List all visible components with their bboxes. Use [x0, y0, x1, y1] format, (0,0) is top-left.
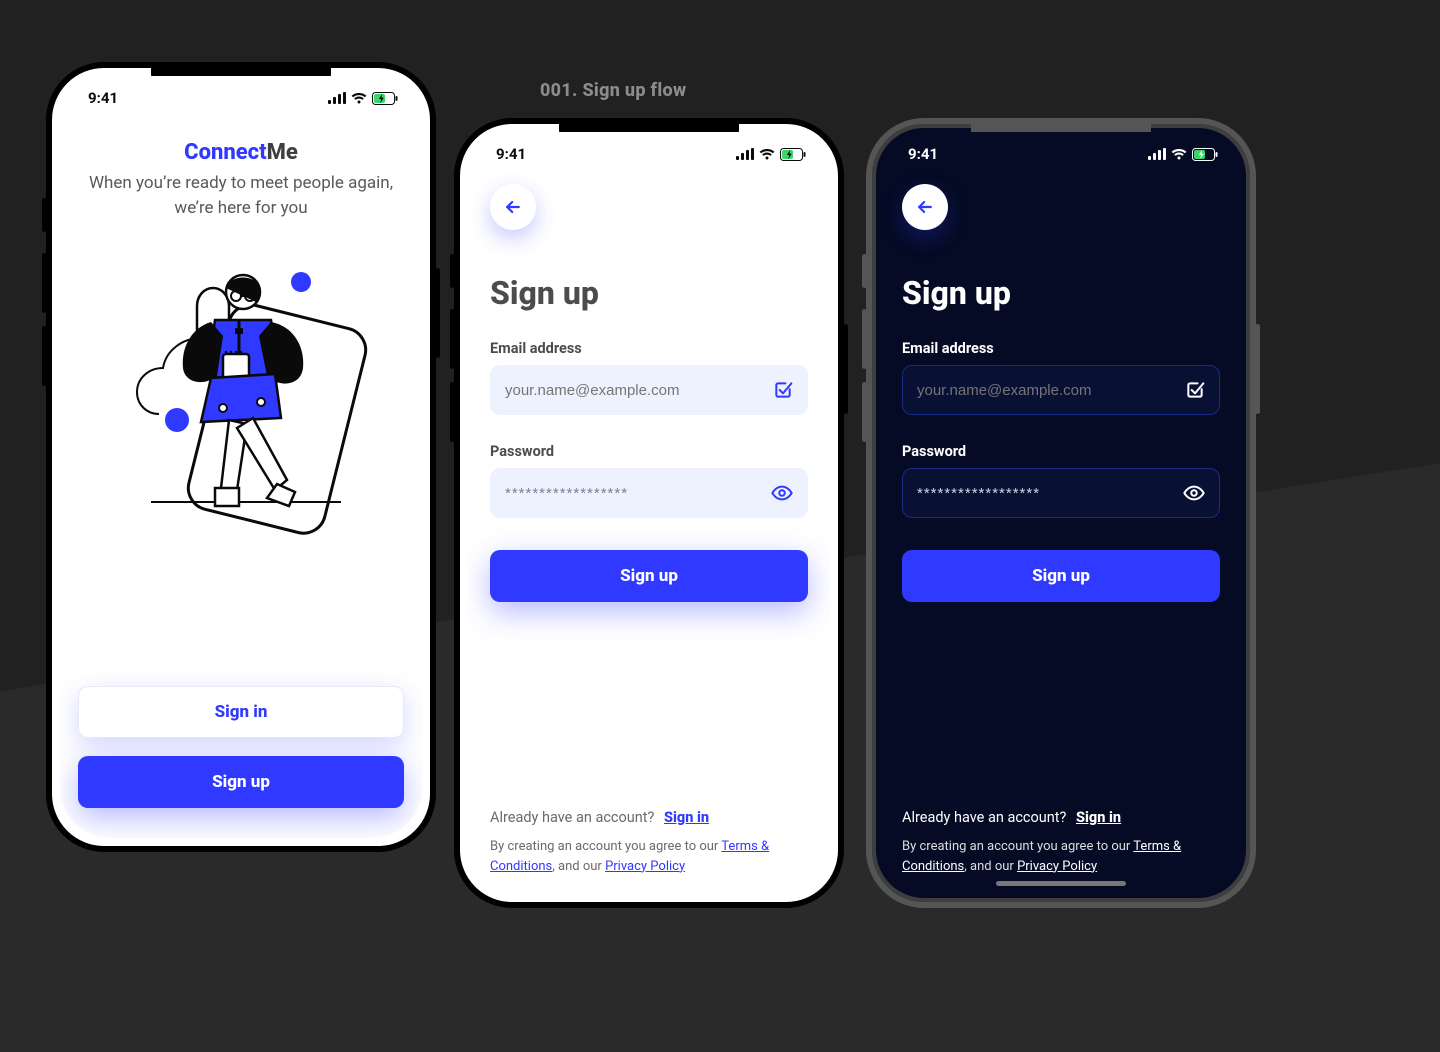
- email-field[interactable]: [505, 382, 773, 399]
- eye-icon[interactable]: [1183, 482, 1205, 504]
- cellular-signal-icon: [736, 148, 754, 160]
- back-button[interactable]: [902, 184, 948, 230]
- email-input-wrapper[interactable]: [490, 365, 808, 415]
- status-bar: 9:41: [468, 132, 830, 176]
- welcome-illustration: [78, 244, 404, 544]
- legal-mid: , and our: [552, 859, 605, 874]
- email-label: Email address: [490, 340, 808, 357]
- arrow-left-icon: [915, 197, 935, 217]
- wifi-icon: [351, 92, 367, 104]
- already-have-account: Already have an account? Sign in: [490, 809, 808, 826]
- battery-charging-icon: [780, 148, 806, 161]
- legal-mid: , and our: [964, 859, 1017, 874]
- password-input-wrapper[interactable]: [902, 468, 1220, 518]
- phone-signup-light-frame: 9:41 Sign up Email address Password: [454, 118, 844, 908]
- wifi-icon: [759, 148, 775, 160]
- cellular-signal-icon: [328, 92, 346, 104]
- signin-link[interactable]: Sign in: [1076, 809, 1121, 826]
- legal-pre: By creating an account you agree to our: [902, 839, 1133, 854]
- signin-link[interactable]: Sign in: [664, 809, 709, 826]
- password-input-wrapper[interactable]: [490, 468, 808, 518]
- password-label: Password: [490, 443, 808, 460]
- checkbox-icon: [773, 380, 793, 400]
- status-bar: 9:41: [60, 76, 422, 120]
- already-text: Already have an account?: [902, 809, 1066, 826]
- page-title: Sign up: [490, 274, 808, 312]
- email-label: Email address: [902, 340, 1220, 357]
- tagline: When you’re ready to meet people again, …: [78, 171, 404, 220]
- app-logo-text: ConnectMe: [78, 140, 404, 165]
- page-title: Sign up: [902, 274, 1220, 312]
- battery-charging-icon: [1192, 148, 1218, 161]
- phone-signup-dark-frame: 9:41 Sign up Email address Password: [866, 118, 1256, 908]
- password-label: Password: [902, 443, 1220, 460]
- phone-welcome-frame: 9:41 ConnectMe When you’re ready to meet…: [46, 62, 436, 852]
- brand-primary: Connect: [184, 140, 266, 165]
- cellular-signal-icon: [1148, 148, 1166, 160]
- submit-signup-button[interactable]: Sign up: [902, 550, 1220, 602]
- battery-charging-icon: [372, 92, 398, 105]
- password-field[interactable]: [917, 485, 1183, 502]
- arrow-left-icon: [503, 197, 523, 217]
- brand-secondary: Me: [267, 140, 298, 165]
- status-time: 9:41: [908, 145, 938, 163]
- legal-pre: By creating an account you agree to our: [490, 839, 721, 854]
- password-field[interactable]: [505, 485, 771, 502]
- signup-button[interactable]: Sign up: [78, 756, 404, 808]
- back-button[interactable]: [490, 184, 536, 230]
- legal-text: By creating an account you agree to our …: [902, 837, 1220, 876]
- signin-button[interactable]: Sign in: [78, 686, 404, 738]
- email-field[interactable]: [917, 382, 1185, 399]
- legal-text: By creating an account you agree to our …: [490, 837, 808, 876]
- wifi-icon: [1171, 148, 1187, 160]
- canvas-title: 001. Sign up flow: [540, 80, 686, 101]
- home-indicator: [996, 881, 1126, 886]
- status-time: 9:41: [496, 145, 526, 163]
- status-time: 9:41: [88, 89, 118, 107]
- privacy-link[interactable]: Privacy Policy: [1017, 859, 1097, 874]
- privacy-link[interactable]: Privacy Policy: [605, 859, 685, 874]
- eye-icon[interactable]: [771, 482, 793, 504]
- already-have-account: Already have an account? Sign in: [902, 809, 1220, 826]
- checkbox-icon: [1185, 380, 1205, 400]
- email-input-wrapper[interactable]: [902, 365, 1220, 415]
- already-text: Already have an account?: [490, 809, 654, 826]
- status-bar: 9:41: [880, 132, 1242, 176]
- submit-signup-button[interactable]: Sign up: [490, 550, 808, 602]
